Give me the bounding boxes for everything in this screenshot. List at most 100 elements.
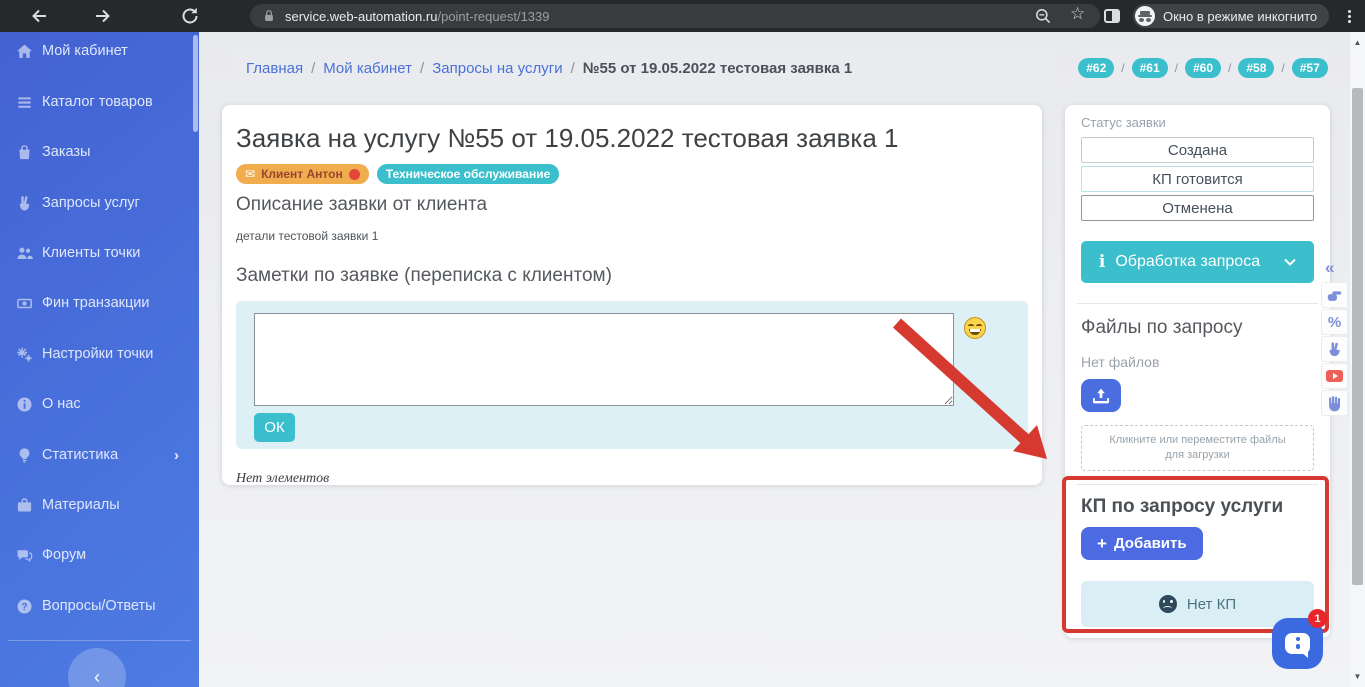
service-type-badge[interactable]: Техническое обслуживание xyxy=(377,164,560,184)
forum-chat-icon xyxy=(16,547,33,564)
lock-icon[interactable] xyxy=(262,9,276,23)
sidebar-item-orders[interactable]: Заказы xyxy=(16,141,191,163)
divider xyxy=(1077,484,1318,485)
notes-panel: ОК xyxy=(236,301,1028,449)
sidebar-collapse-button[interactable]: ‹ xyxy=(68,648,126,687)
hand-palm-icon[interactable] xyxy=(1321,390,1348,416)
info-icon xyxy=(16,396,33,413)
page-content: Главная / Мой кабинет / Запросы на услуг… xyxy=(199,32,1350,687)
chevron-left-icon: ‹ xyxy=(94,667,100,687)
files-heading: Файлы по запросу xyxy=(1081,317,1314,339)
scroll-up-icon[interactable]: ▲ xyxy=(1350,38,1365,47)
side-panel-icon[interactable] xyxy=(1104,9,1120,23)
no-files-text: Нет файлов xyxy=(1081,354,1314,370)
upload-button[interactable] xyxy=(1081,379,1121,412)
request-badge[interactable]: #62 xyxy=(1078,58,1114,78)
file-dropzone[interactable]: Кликните или переместите файлы для загру… xyxy=(1081,425,1314,471)
address-bar[interactable]: service.web-automation.ru/point-request/… xyxy=(250,4,1100,28)
plus-icon: + xyxy=(1097,534,1107,554)
home-icon xyxy=(16,43,33,60)
process-request-button[interactable]: i Обработка запроса xyxy=(1081,241,1314,283)
scroll-down-icon[interactable]: ▼ xyxy=(1350,672,1365,681)
divider xyxy=(1077,303,1318,304)
breadcrumb-link-requests[interactable]: Запросы на услуги xyxy=(432,60,562,77)
request-card: Заявка на услугу №55 от 19.05.2022 тесто… xyxy=(222,105,1042,485)
sidebar-item-catalog[interactable]: Каталог товаров xyxy=(16,91,191,113)
statistics-bulb-icon xyxy=(16,447,33,464)
description-heading: Описание заявки от клиента xyxy=(236,194,1028,216)
sidebar-item-my-cabinet[interactable]: Мой кабинет xyxy=(16,40,191,62)
request-badge[interactable]: #58 xyxy=(1238,58,1274,78)
request-number-badges: #62/ #61/ #60/ #58/ #57 xyxy=(1078,48,1328,88)
sidebar-item-transactions[interactable]: Фин транзакции xyxy=(16,292,191,314)
request-side-panel: Статус заявки Создана КП готовится Отмен… xyxy=(1065,105,1330,638)
incognito-icon xyxy=(1135,6,1155,26)
browser-forward-button[interactable] xyxy=(92,6,112,26)
service-requests-hand-icon xyxy=(16,195,33,212)
sidebar-item-service-requests[interactable]: Запросы услуг xyxy=(16,192,191,214)
description-text: детали тестовой заявки 1 xyxy=(236,229,1028,243)
chat-notification-badge: 1 xyxy=(1308,609,1327,628)
percent-icon[interactable]: % xyxy=(1321,309,1348,335)
collapse-chevrons-icon[interactable]: « xyxy=(1325,258,1334,278)
transactions-money-icon xyxy=(16,295,33,312)
notes-textarea[interactable] xyxy=(254,313,954,406)
empty-notes-text: Нет элементов xyxy=(236,471,1028,487)
orders-bag-icon xyxy=(16,144,33,161)
scrollbar-thumb[interactable] xyxy=(1352,88,1363,585)
envelope-icon: ✉ xyxy=(245,167,255,181)
browser-reload-button[interactable] xyxy=(180,6,200,26)
request-badge[interactable]: #57 xyxy=(1292,58,1328,78)
page-title: Заявка на услугу №55 от 19.05.2022 тесто… xyxy=(236,123,1028,154)
sidebar-divider xyxy=(8,640,191,641)
request-badge[interactable]: #61 xyxy=(1132,58,1168,78)
sidebar-item-forum[interactable]: Форум xyxy=(16,544,191,566)
breadcrumb-link-cabinet[interactable]: Мой кабинет xyxy=(323,60,412,77)
add-kp-button[interactable]: + Добавить xyxy=(1081,527,1203,560)
sidebar-item-statistics[interactable]: Статистика› xyxy=(16,444,191,466)
chevron-down-icon xyxy=(1284,258,1296,266)
bookmark-star-icon[interactable]: ☆ xyxy=(1070,4,1085,24)
browser-back-button[interactable] xyxy=(30,6,50,26)
edge-toolbar: % xyxy=(1321,282,1348,416)
zoom-icon[interactable] xyxy=(1034,7,1052,25)
breadcrumb-link-home[interactable]: Главная xyxy=(246,60,303,77)
page-url[interactable]: service.web-automation.ru/point-request/… xyxy=(285,9,550,24)
status-label: Статус заявки xyxy=(1081,115,1314,130)
hand-point-icon[interactable] xyxy=(1321,282,1348,308)
sidebar-item-settings[interactable]: Настройки точки xyxy=(16,343,191,365)
sidebar-scrollbar[interactable] xyxy=(193,35,198,132)
breadcrumb: Главная / Мой кабинет / Запросы на услуг… xyxy=(230,48,1058,88)
page-scrollbar[interactable]: ▲ ▼ xyxy=(1350,32,1365,687)
kp-heading: КП по запросу услуги xyxy=(1081,496,1314,518)
request-badge[interactable]: #60 xyxy=(1185,58,1221,78)
chat-bubble-icon xyxy=(1285,633,1310,654)
settings-gears-icon xyxy=(16,346,33,363)
notes-heading: Заметки по заявке (переписка с клиентом) xyxy=(236,265,1028,287)
chevron-right-icon: › xyxy=(174,447,179,464)
emoji-picker-icon[interactable] xyxy=(964,317,986,339)
screenshot-root: service.web-automation.ru/point-request/… xyxy=(0,0,1365,687)
ok-button[interactable]: ОК xyxy=(254,413,295,442)
hand-victory-icon[interactable] xyxy=(1321,336,1348,362)
status-option-created[interactable]: Создана xyxy=(1081,137,1314,163)
status-option-cancelled[interactable]: Отменена xyxy=(1081,195,1314,221)
status-option-kp-preparing[interactable]: КП готовится xyxy=(1081,166,1314,192)
youtube-icon[interactable] xyxy=(1321,363,1348,389)
sidebar-item-materials[interactable]: Материалы xyxy=(16,494,191,516)
status-dot-icon xyxy=(349,169,360,180)
faq-question-icon xyxy=(16,598,33,615)
browser-menu-icon[interactable] xyxy=(1340,7,1358,25)
info-icon: i xyxy=(1099,252,1105,272)
client-badge[interactable]: ✉ Клиент Антон xyxy=(236,164,369,184)
browser-toolbar: service.web-automation.ru/point-request/… xyxy=(0,0,1365,32)
sidebar-item-clients[interactable]: Клиенты точки xyxy=(16,242,191,264)
materials-briefcase-icon xyxy=(16,497,33,514)
sad-face-icon xyxy=(1159,595,1177,613)
sidebar: Мой кабинет Каталог товаров Заказы Запро… xyxy=(0,32,199,687)
sidebar-item-faq[interactable]: Вопросы/Ответы xyxy=(16,595,191,617)
breadcrumb-current: №55 от 19.05.2022 тестовая заявка 1 xyxy=(583,60,852,77)
clients-users-icon xyxy=(16,245,33,262)
no-kp-text: Нет КП xyxy=(1187,596,1236,613)
sidebar-item-about[interactable]: О нас xyxy=(16,393,191,415)
